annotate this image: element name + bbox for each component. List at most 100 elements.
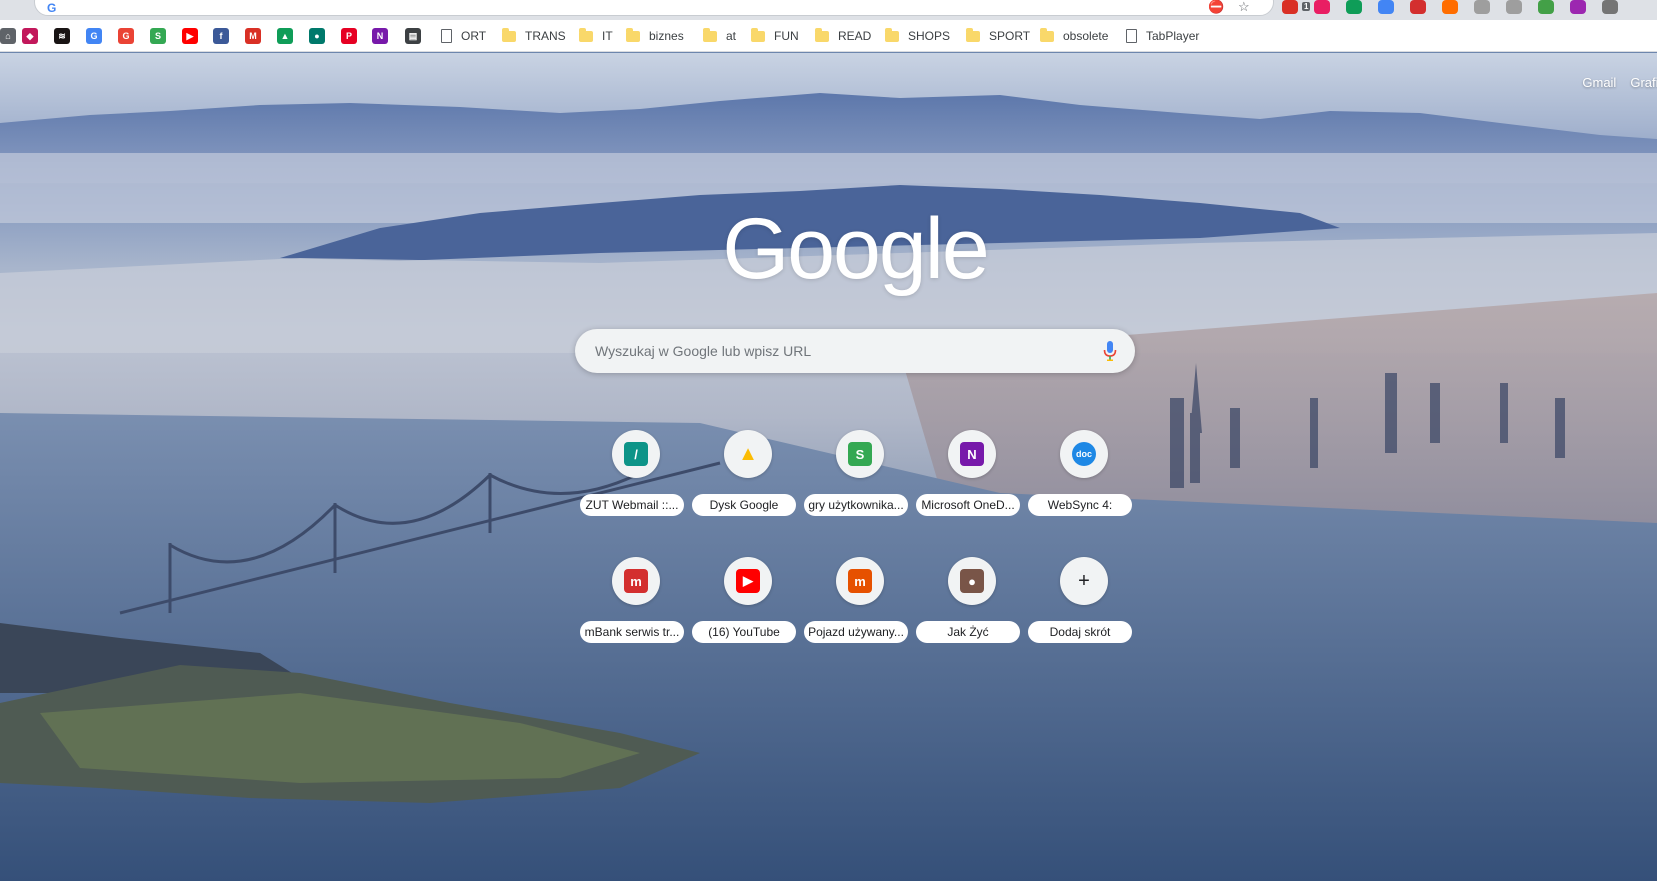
bookmark-folder[interactable]: FUN [751,27,799,45]
facebook-icon[interactable]: f [213,28,229,44]
folder-icon [966,27,980,42]
google-top-links: Gmail Grafik [1582,75,1657,90]
home-icon[interactable]: ⌂ [0,28,16,44]
extension-icon[interactable] [1474,0,1490,14]
shortcut-label: WebSync 4: [1028,494,1132,516]
bookmark-folder[interactable]: TRANS [502,27,566,45]
gmail-icon[interactable]: M [245,28,261,44]
extension-icon[interactable] [1346,0,1362,14]
shortcut-label: Dysk Google [692,494,796,516]
shortcut-label: ZUT Webmail ::... [580,494,684,516]
shortcut-icon-circle: ▲ [724,430,772,478]
omnibox-actions: ⛔ ☆ [1208,0,1258,14]
extension-icon[interactable] [1538,0,1554,14]
folder-icon [579,27,593,42]
shortcut-tile[interactable]: doc WebSync 4: [1028,430,1140,542]
extension-icon[interactable] [1506,0,1522,14]
address-bar-strip: G ⛔ ☆ 1 [0,0,1657,20]
shortcut-icon-circle: / [612,430,660,478]
shortcut-tile[interactable]: m Pojazd używany... [804,557,916,669]
google-drive-icon: ▲ [738,442,758,465]
otomoto-icon: m [848,569,872,593]
add-shortcut-tile[interactable]: + Dodaj skrót [1028,557,1140,669]
bookmark-label: obsolete [1063,29,1109,43]
extension-icon[interactable] [1602,0,1618,14]
star-bookmark-icon[interactable]: ☆ [1238,0,1250,13]
extension-icon[interactable] [1282,0,1298,14]
bookmark-label: TabPlayer [1146,29,1200,43]
folder-icon [502,27,516,42]
bookmark-link[interactable]: ORT [441,27,486,45]
bookmark-label: SHOPS [908,29,951,43]
doc-sync-icon: doc [1072,442,1096,466]
bookmark-folder[interactable]: obsolete [1040,27,1108,45]
shortcut-icon-circle: ● [948,557,996,605]
bookmark-label: READ [838,29,872,43]
youtube-icon[interactable]: ▶ [182,28,198,44]
shortcut-tile[interactable]: ▶ (16) YouTube [692,557,804,669]
shortcut-icon-circle: + [1060,557,1108,605]
extension-icon[interactable] [1378,0,1394,14]
shortcut-tile[interactable]: /ZUT Webmail ::... [580,430,692,542]
google-logo: Google [722,201,989,297]
youtube-icon: ▶ [736,569,760,593]
extension-icon[interactable] [1442,0,1458,14]
google-drive-icon[interactable]: ▲ [277,28,293,44]
images-link[interactable]: Grafik [1630,75,1657,90]
shortcut-tile[interactable]: Sgry użytkownika... [804,430,916,542]
bookmark-folder[interactable]: biznes [626,27,684,45]
gmail-link[interactable]: Gmail [1582,75,1616,90]
bookmark-folder[interactable]: at [703,27,736,45]
microphone-icon[interactable] [1103,341,1117,361]
folder-icon [815,27,829,42]
bookmark-label: TRANS [525,29,566,43]
shield-extension-icon[interactable]: ◆ [22,28,38,44]
search-input[interactable] [595,329,1075,373]
shortcut-tile[interactable]: ● Jak Żyć [916,557,1028,669]
shortcut-label: mBank serwis tr... [580,621,684,643]
page-icon [1126,29,1137,43]
bookmark-folder[interactable]: IT [579,27,613,45]
bookmark-folder[interactable]: READ [815,27,871,45]
printer-icon[interactable]: ▤ [405,28,421,44]
folder-icon [703,27,717,42]
page-icon [441,29,452,43]
folder-icon [626,27,640,42]
omnibox[interactable]: G [34,0,1274,16]
shortcut-icon-circle: m [836,557,884,605]
shortcut-label: (16) YouTube [692,621,796,643]
spotify-icon[interactable]: ≋ [54,28,70,44]
bookmark-link[interactable]: TabPlayer [1126,27,1199,45]
google-favicon-icon: G [47,1,57,15]
blocked-content-icon[interactable]: ⛔ [1208,0,1224,13]
plus-icon: + [1078,569,1090,592]
shortcut-label: Dodaj skrót [1028,621,1132,643]
folder-icon [1040,27,1054,42]
folder-icon [885,27,899,42]
extension-icon[interactable] [1314,0,1330,14]
google-translate-icon[interactable]: G [86,28,102,44]
bookmark-label: ORT [461,29,487,43]
bookmark-folder[interactable]: SPORT [966,27,1030,45]
bookmark-label: at [726,29,737,43]
puzzle-game-icon[interactable]: S [150,28,166,44]
pinterest-icon[interactable]: P [341,28,357,44]
shortcut-icon-circle: ▶ [724,557,772,605]
bookmark-label: FUN [774,29,799,43]
onenote-icon: N [960,442,984,466]
google-icon[interactable]: G [118,28,134,44]
folder-icon [751,27,765,42]
bookmark-folder[interactable]: SHOPS [885,27,950,45]
extension-icon[interactable] [1570,0,1586,14]
shortcut-icon-circle: m [612,557,660,605]
extension-badge: 1 [1302,2,1311,11]
shortcut-label: Microsoft OneD... [916,494,1020,516]
teal-site-icon[interactable]: ● [309,28,325,44]
onenote-icon[interactable]: N [372,28,388,44]
search-box[interactable] [575,329,1135,373]
shortcut-tile[interactable]: ▲ Dysk Google [692,430,804,542]
bookmark-label: biznes [649,29,684,43]
shortcut-tile[interactable]: m mBank serwis tr... [580,557,692,669]
shortcut-tile[interactable]: N Microsoft OneD... [916,430,1028,542]
extension-icon[interactable] [1410,0,1426,14]
